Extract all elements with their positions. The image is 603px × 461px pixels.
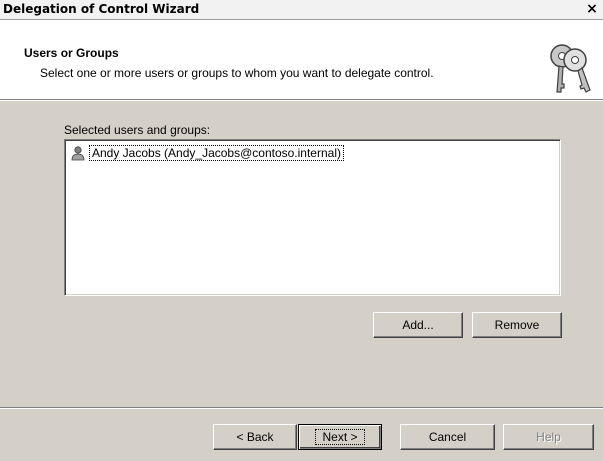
next-button-label: Next > [315,429,365,445]
selected-users-list[interactable]: Andy Jacobs (Andy_Jacobs@contoso.interna… [64,139,561,296]
selected-users-label: Selected users and groups: [64,123,211,137]
title-bar[interactable]: Delegation of Control Wizard × [0,0,603,20]
add-button[interactable]: Add... [373,312,463,338]
next-button[interactable]: Next > [298,424,382,450]
back-button[interactable]: < Back [213,424,297,450]
wizard-window: Delegation of Control Wizard × Users or … [0,0,603,461]
page-title: Users or Groups [24,46,119,60]
wizard-header: Users or Groups Select one or more users… [0,20,603,101]
keys-icon [550,44,591,93]
remove-button[interactable]: Remove [472,312,562,338]
page-subtitle: Select one or more users or groups to wh… [40,66,434,80]
cancel-button[interactable]: Cancel [400,424,495,450]
list-item[interactable]: Andy Jacobs (Andy_Jacobs@contoso.interna… [70,145,344,161]
close-button[interactable]: × [585,1,599,17]
user-icon [71,146,85,161]
list-item-label: Andy Jacobs (Andy_Jacobs@contoso.interna… [89,145,344,161]
help-button: Help [503,424,594,450]
window-title: Delegation of Control Wizard [3,2,200,16]
footer-separator [0,407,603,409]
